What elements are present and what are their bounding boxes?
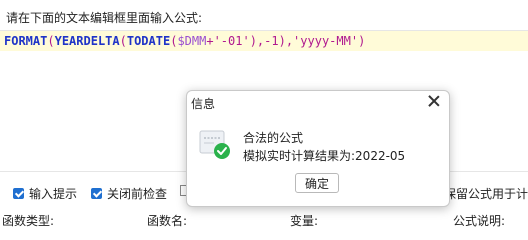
function-list-headers: 函数类型: 函数名: 变量: 公式说明: [0,212,528,228]
check-before-close-checkbox[interactable] [91,188,102,199]
instruction-text: 请在下面的文本编辑框里面输入公式: [6,11,203,25]
input-hint-option[interactable]: 输入提示 [13,185,77,202]
dialog-title: 信息 [191,97,216,111]
formula-token: YEARDELTA [54,34,120,48]
formula-editor-window: 请在下面的文本编辑框里面输入公式: FORMAT(YEARDELTA(TODAT… [0,0,528,228]
current-line-highlight: FORMAT(YEARDELTA(TODATE($DMM+'-01'),-1),… [0,31,528,51]
keep-formula-label: 保留公式用于计 [444,187,528,201]
info-dialog: 信息 合法的公式 模拟实时计算结果为:2022-05 确定 [186,90,450,207]
dialog-message-valid: 合法的公式 [243,131,304,145]
dialog-message-result: 模拟实时计算结果为:2022-05 [243,149,406,163]
formula-token: ( [47,34,55,48]
input-hint-label: 输入提示 [29,187,78,201]
formula-token: FORMAT [4,34,48,48]
formula-text[interactable]: FORMAT(YEARDELTA(TODATE($DMM+'-01'),-1),… [4,34,365,48]
check-before-close-label: 关闭前检查 [107,187,168,201]
formula-valid-icon [199,129,231,161]
formula-token: TODATE [126,34,171,48]
close-icon[interactable] [427,94,441,108]
formula-description-header: 公式说明: [453,214,506,228]
function-name-header: 函数名: [147,214,188,228]
formula-token: +'-01'),-1),'yyyy-MM') [206,34,366,48]
function-type-header: 函数类型: [2,214,55,228]
formula-token: $DMM [177,34,207,48]
ok-button[interactable]: 确定 [295,173,339,193]
formula-token: ( [119,34,127,48]
input-hint-checkbox[interactable] [13,188,24,199]
check-before-close-option[interactable]: 关闭前检查 [91,185,167,202]
variable-header: 变量: [290,214,319,228]
